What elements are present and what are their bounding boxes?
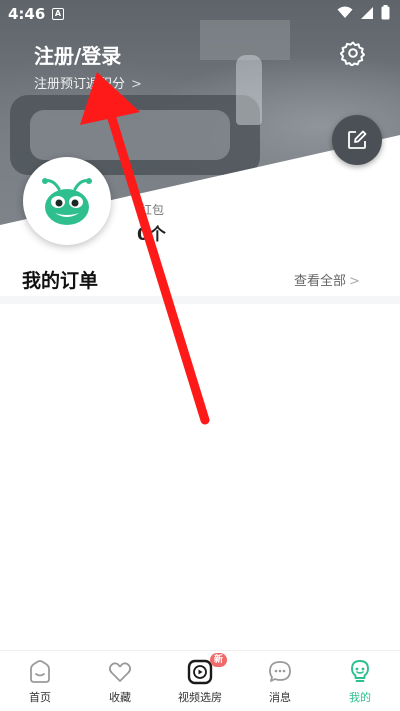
home-icon [30, 660, 50, 683]
tab-messages[interactable]: 消息 [240, 651, 320, 711]
edit-pencil-icon [348, 130, 367, 149]
login-subtitle[interactable]: 注册预订返积分 > [34, 73, 142, 92]
tab-mine[interactable]: 我的 [320, 651, 400, 711]
view-all-label: 查看全部 [294, 274, 347, 289]
profile-lightbulb-icon [351, 660, 369, 682]
chevron-right-icon: > [131, 77, 142, 92]
tab-video-rooms[interactable]: 新 视频选房 [160, 651, 240, 711]
tab-home[interactable]: 首页 [0, 651, 80, 711]
status-bar: 4:46 A [0, 0, 400, 28]
settings-button[interactable] [339, 40, 366, 67]
tab-messages-label: 消息 [269, 691, 291, 704]
banner-lamp [236, 55, 262, 125]
login-subtitle-text: 注册预订返积分 [34, 77, 126, 92]
new-badge: 新 [210, 653, 228, 667]
tab-home-label: 首页 [29, 691, 51, 704]
battery-icon [381, 5, 390, 20]
gear-icon [339, 41, 365, 67]
tab-mine-label: 我的 [349, 691, 371, 704]
chat-bubble-icon [269, 661, 291, 682]
signal-icon [361, 6, 373, 19]
status-icons [337, 5, 390, 20]
view-all-orders-link[interactable]: 查看全部 > [294, 270, 360, 289]
bottom-tab-bar: 首页 收藏 新 视频选房 消息 我的 [0, 650, 400, 711]
redpack-label[interactable]: 红包 [140, 201, 164, 218]
section-divider [0, 296, 400, 304]
ant-mascot-icon [42, 178, 92, 225]
login-register-link[interactable]: 注册/登录 [34, 40, 121, 69]
wifi-icon [337, 6, 353, 18]
chevron-right-icon: > [349, 274, 360, 289]
redpack-count[interactable]: 0个 [137, 220, 166, 245]
avatar[interactable] [23, 157, 111, 245]
tab-favorites-label: 收藏 [109, 691, 131, 704]
edit-profile-button[interactable] [332, 115, 382, 165]
tab-video-rooms-label: 视频选房 [178, 691, 222, 704]
my-orders-title: 我的订单 [22, 270, 99, 292]
banner-cushions [30, 110, 230, 160]
heart-icon [108, 662, 132, 682]
status-time: 4:46 [8, 5, 46, 23]
tab-favorites[interactable]: 收藏 [80, 651, 160, 711]
video-play-icon [187, 659, 213, 685]
notification-a-icon: A [52, 8, 64, 20]
